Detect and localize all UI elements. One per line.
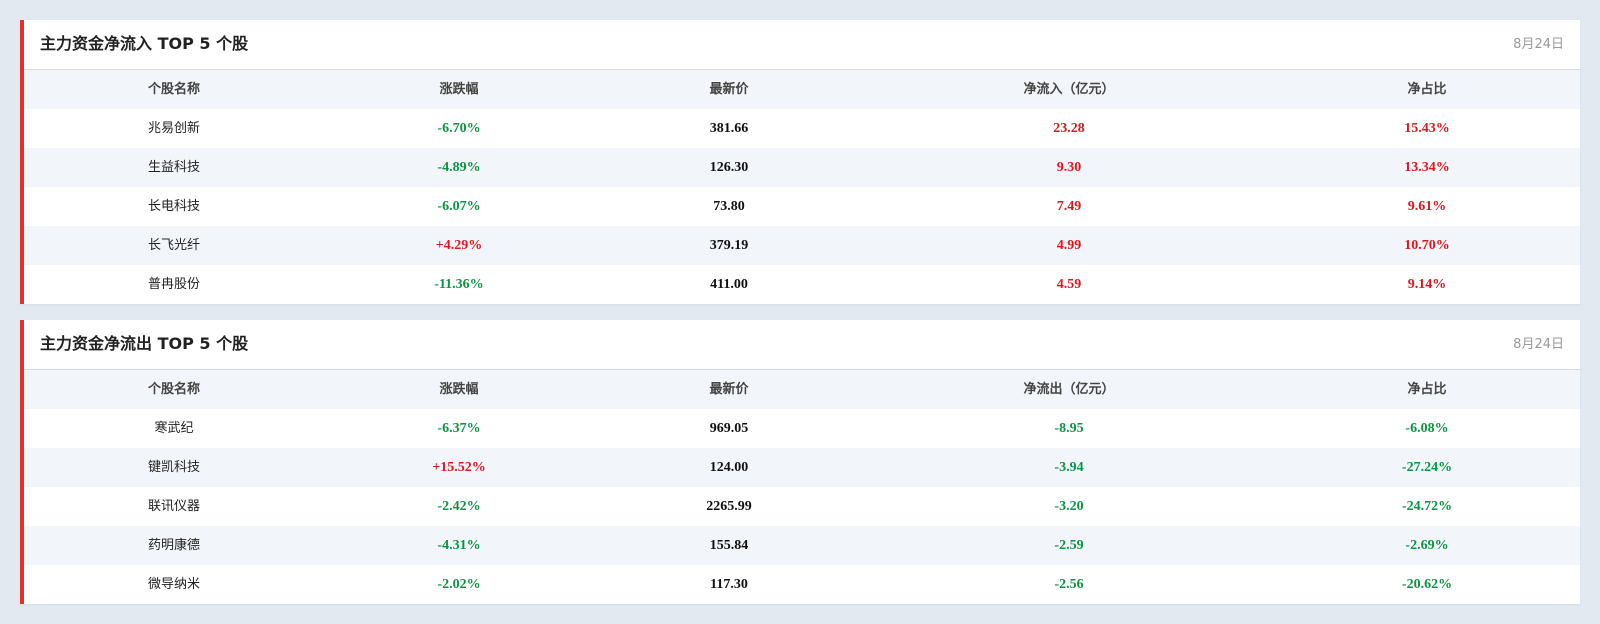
stock-price: 73.80 (594, 187, 864, 226)
stock-change: -4.31% (324, 526, 594, 565)
stock-price: 381.66 (594, 109, 864, 148)
stock-change: -2.02% (324, 565, 594, 604)
column-header-name[interactable]: 个股名称 (24, 370, 324, 409)
stock-change: +4.29% (324, 226, 594, 265)
stock-net-flow: -3.20 (864, 487, 1274, 526)
stock-change: -6.37% (324, 409, 594, 448)
stock-name[interactable]: 键凯科技 (24, 448, 324, 487)
stock-change: +15.52% (324, 448, 594, 487)
column-header-change[interactable]: 涨跌幅 (324, 70, 594, 109)
table-row[interactable]: 寒武纪 -6.37% 969.05 -8.95 -6.08% (24, 409, 1580, 448)
column-header-price[interactable]: 最新价 (594, 370, 864, 409)
stock-change: -6.07% (324, 187, 594, 226)
stock-name[interactable]: 寒武纪 (24, 409, 324, 448)
stock-name[interactable]: 微导纳米 (24, 565, 324, 604)
stock-name[interactable]: 普冉股份 (24, 265, 324, 304)
stock-net-flow: -2.56 (864, 565, 1274, 604)
column-header-net-ratio[interactable]: 净占比 (1274, 370, 1580, 409)
inflow-table-header-row: 个股名称 涨跌幅 最新价 净流入（亿元） 净占比 (24, 70, 1580, 109)
outflow-panel-title: 主力资金净流出 TOP 5 个股 (40, 334, 249, 353)
inflow-panel-title: 主力资金净流入 TOP 5 个股 (40, 34, 249, 53)
stock-name[interactable]: 药明康德 (24, 526, 324, 565)
outflow-panel-header: 主力资金净流出 TOP 5 个股 8月24日 (24, 320, 1580, 370)
stock-net-ratio: -6.08% (1274, 409, 1580, 448)
stock-price: 379.19 (594, 226, 864, 265)
stock-name[interactable]: 联讯仪器 (24, 487, 324, 526)
stock-net-flow: 23.28 (864, 109, 1274, 148)
table-row[interactable]: 兆易创新 -6.70% 381.66 23.28 15.43% (24, 109, 1580, 148)
stock-net-ratio: 15.43% (1274, 109, 1580, 148)
stock-net-ratio: -27.24% (1274, 448, 1580, 487)
table-row[interactable]: 微导纳米 -2.02% 117.30 -2.56 -20.62% (24, 565, 1580, 604)
stock-change: -11.36% (324, 265, 594, 304)
stock-net-flow: -2.59 (864, 526, 1274, 565)
column-header-name[interactable]: 个股名称 (24, 70, 324, 109)
stock-change: -4.89% (324, 148, 594, 187)
outflow-panel: 主力资金净流出 TOP 5 个股 8月24日 个股名称 涨跌幅 最新价 净流出（… (20, 320, 1580, 604)
table-row[interactable]: 联讯仪器 -2.42% 2265.99 -3.20 -24.72% (24, 487, 1580, 526)
column-header-net-ratio[interactable]: 净占比 (1274, 70, 1580, 109)
table-row[interactable]: 长飞光纤 +4.29% 379.19 4.99 10.70% (24, 226, 1580, 265)
stock-price: 2265.99 (594, 487, 864, 526)
table-row[interactable]: 药明康德 -4.31% 155.84 -2.59 -2.69% (24, 526, 1580, 565)
column-header-net-outflow[interactable]: 净流出（亿元） (864, 370, 1274, 409)
inflow-panel: 主力资金净流入 TOP 5 个股 8月24日 个股名称 涨跌幅 最新价 净流入（… (20, 20, 1580, 304)
stock-change: -2.42% (324, 487, 594, 526)
stock-net-flow: 4.59 (864, 265, 1274, 304)
table-row[interactable]: 长电科技 -6.07% 73.80 7.49 9.61% (24, 187, 1580, 226)
stock-name[interactable]: 长电科技 (24, 187, 324, 226)
stock-price: 155.84 (594, 526, 864, 565)
table-row[interactable]: 普冉股份 -11.36% 411.00 4.59 9.14% (24, 265, 1580, 304)
stock-net-flow: 7.49 (864, 187, 1274, 226)
inflow-panel-header: 主力资金净流入 TOP 5 个股 8月24日 (24, 20, 1580, 70)
inflow-panel-date: 8月24日 (1513, 37, 1564, 52)
stock-net-ratio: -20.62% (1274, 565, 1580, 604)
stock-price: 117.30 (594, 565, 864, 604)
stock-net-ratio: -24.72% (1274, 487, 1580, 526)
stock-net-ratio: 13.34% (1274, 148, 1580, 187)
stock-net-ratio: -2.69% (1274, 526, 1580, 565)
stock-price: 411.00 (594, 265, 864, 304)
inflow-table: 个股名称 涨跌幅 最新价 净流入（亿元） 净占比 兆易创新 -6.70% 381… (24, 70, 1580, 304)
stock-net-flow: -8.95 (864, 409, 1274, 448)
stock-net-ratio: 9.61% (1274, 187, 1580, 226)
stock-name[interactable]: 兆易创新 (24, 109, 324, 148)
stock-net-ratio: 9.14% (1274, 265, 1580, 304)
column-header-change[interactable]: 涨跌幅 (324, 370, 594, 409)
stock-price: 126.30 (594, 148, 864, 187)
stock-price: 969.05 (594, 409, 864, 448)
outflow-table-header-row: 个股名称 涨跌幅 最新价 净流出（亿元） 净占比 (24, 370, 1580, 409)
outflow-panel-date: 8月24日 (1513, 337, 1564, 352)
outflow-table: 个股名称 涨跌幅 最新价 净流出（亿元） 净占比 寒武纪 -6.37% 969.… (24, 370, 1580, 604)
stock-net-flow: 9.30 (864, 148, 1274, 187)
stock-change: -6.70% (324, 109, 594, 148)
table-row[interactable]: 生益科技 -4.89% 126.30 9.30 13.34% (24, 148, 1580, 187)
column-header-price[interactable]: 最新价 (594, 70, 864, 109)
column-header-net-inflow[interactable]: 净流入（亿元） (864, 70, 1274, 109)
stock-net-ratio: 10.70% (1274, 226, 1580, 265)
stock-name[interactable]: 长飞光纤 (24, 226, 324, 265)
table-row[interactable]: 键凯科技 +15.52% 124.00 -3.94 -27.24% (24, 448, 1580, 487)
stock-net-flow: 4.99 (864, 226, 1274, 265)
stock-price: 124.00 (594, 448, 864, 487)
stock-name[interactable]: 生益科技 (24, 148, 324, 187)
stock-net-flow: -3.94 (864, 448, 1274, 487)
